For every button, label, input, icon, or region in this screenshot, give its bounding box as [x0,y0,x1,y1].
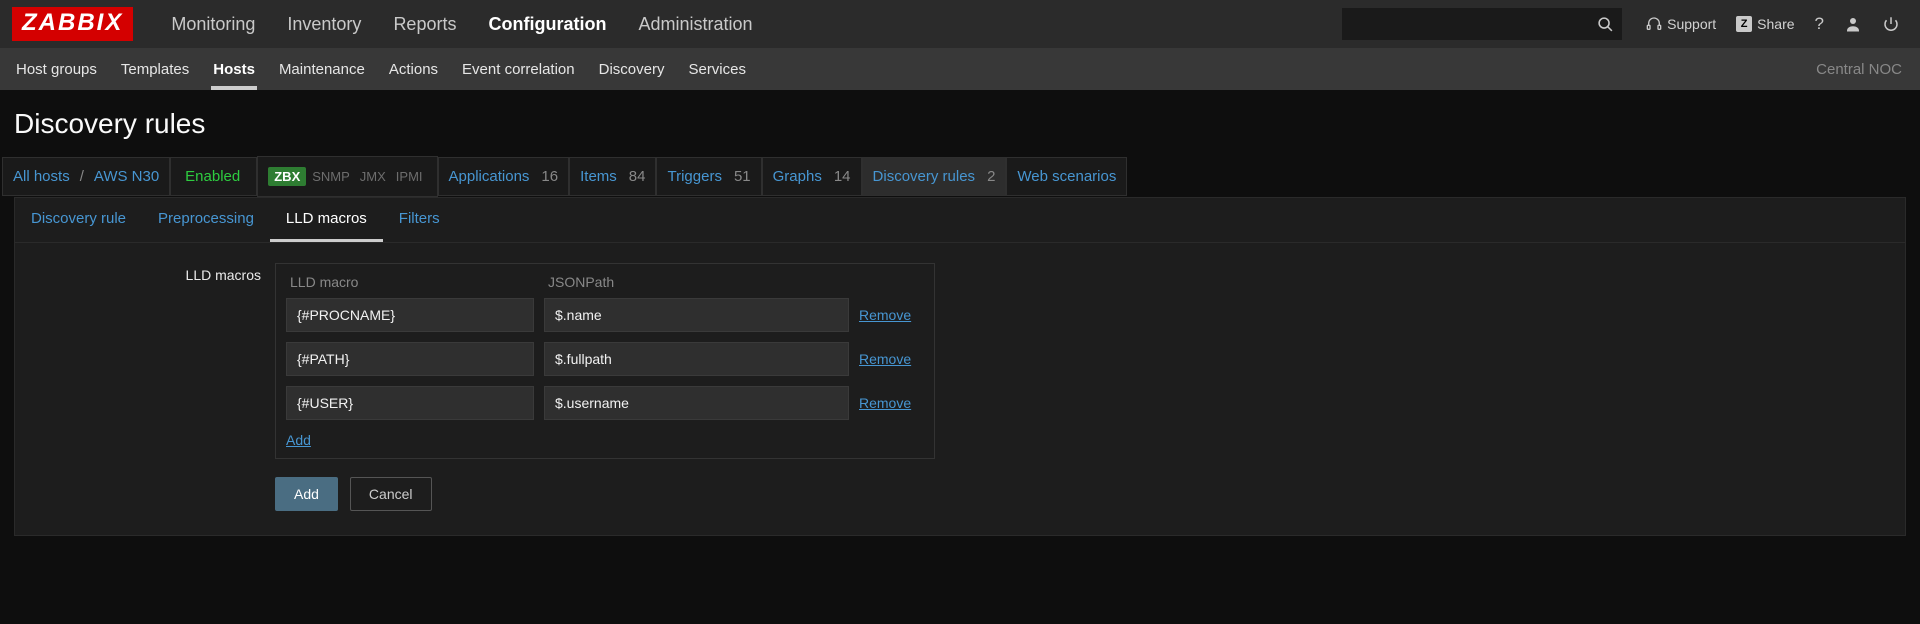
proto-ipmi: IPMI [392,167,427,186]
applications-count: 16 [541,168,558,185]
search-box [1342,8,1622,40]
crumb-graphs[interactable]: Graphs 14 [762,157,862,196]
entity-crumbs: All hosts / AWS N30 Enabled ZBX SNMP JMX… [0,156,1920,197]
subnav-discovery[interactable]: Discovery [587,48,677,90]
discovery-rules-link[interactable]: Discovery rules [873,168,976,185]
help-link[interactable]: ? [1805,0,1834,48]
tab-lld-macros[interactable]: LLD macros [270,198,383,242]
form-body: LLD macros LLD macro JSONPath Remove Rem… [15,243,1905,535]
power-icon [1882,15,1900,33]
items-count: 84 [629,168,646,185]
tab-preprocessing[interactable]: Preprocessing [142,198,270,242]
help-icon: ? [1815,14,1824,34]
all-hosts-link[interactable]: All hosts [13,168,70,185]
macro-row: Remove [286,298,924,332]
section-label: LLD macros [25,263,275,511]
form-wrapper: Discovery rule Preprocessing LLD macros … [14,197,1906,536]
json-input-2[interactable] [544,386,849,420]
slash: / [80,168,84,185]
headset-icon [1646,16,1662,32]
form-tabs: Discovery rule Preprocessing LLD macros … [15,198,1905,243]
crumb-protocols: ZBX SNMP JMX IPMI [257,156,437,197]
items-link[interactable]: Items [580,168,617,185]
graphs-count: 14 [834,168,851,185]
remove-link-0[interactable]: Remove [859,307,911,323]
power-link[interactable] [1872,0,1910,48]
nav-inventory[interactable]: Inventory [271,0,377,48]
proto-snmp: SNMP [308,167,354,186]
macro-input-2[interactable] [286,386,534,420]
subnav-right-label: Central NOC [1802,61,1916,78]
logo[interactable]: ZABBIX [12,7,133,41]
support-link[interactable]: Support [1636,0,1726,48]
sub-nav: Host groups Templates Hosts Maintenance … [0,48,1920,90]
col-header-json: JSONPath [548,274,858,290]
crumb-triggers[interactable]: Triggers 51 [656,157,761,196]
macro-row: Remove [286,386,924,420]
nav-configuration[interactable]: Configuration [472,0,622,48]
crumb-status: Enabled [170,157,257,196]
macro-input-0[interactable] [286,298,534,332]
crumb-host: All hosts / AWS N30 [2,157,170,196]
tab-discovery-rule[interactable]: Discovery rule [15,198,142,242]
discovery-rules-count: 2 [987,168,995,185]
triggers-count: 51 [734,168,751,185]
crumb-web-scenarios[interactable]: Web scenarios [1006,157,1127,196]
proto-zbx: ZBX [268,167,306,186]
web-scenarios-link[interactable]: Web scenarios [1017,168,1116,185]
macro-row: Remove [286,342,924,376]
macro-table-header: LLD macro JSONPath [286,274,924,290]
subnav-services[interactable]: Services [676,48,758,90]
macro-input-1[interactable] [286,342,534,376]
json-input-1[interactable] [544,342,849,376]
subnav-event-correlation[interactable]: Event correlation [450,48,587,90]
proto-jmx: JMX [356,167,390,186]
applications-link[interactable]: Applications [449,168,530,185]
form-buttons: Add Cancel [275,477,935,511]
enabled-label: Enabled [185,168,240,185]
host-link[interactable]: AWS N30 [94,168,159,185]
user-icon [1844,15,1862,33]
crumb-discovery-rules[interactable]: Discovery rules 2 [862,157,1007,196]
tab-filters[interactable]: Filters [383,198,456,242]
nav-reports[interactable]: Reports [377,0,472,48]
subnav-host-groups[interactable]: Host groups [4,48,109,90]
add-macro-link[interactable]: Add [286,432,311,448]
page-title: Discovery rules [0,90,1920,156]
macro-table: LLD macro JSONPath Remove Remove Remove [275,263,935,459]
col-header-macro: LLD macro [290,274,548,290]
z-badge-icon: Z [1736,16,1752,32]
support-label: Support [1667,16,1716,32]
subnav-maintenance[interactable]: Maintenance [267,48,377,90]
subnav-hosts[interactable]: Hosts [201,48,267,90]
search-icon[interactable] [1597,16,1614,33]
graphs-link[interactable]: Graphs [773,168,822,185]
triggers-link[interactable]: Triggers [667,168,721,185]
share-label: Share [1757,16,1794,32]
cancel-button[interactable]: Cancel [350,477,432,511]
add-button[interactable]: Add [275,477,338,511]
search-input[interactable] [1350,16,1597,32]
nav-monitoring[interactable]: Monitoring [155,0,271,48]
crumb-items[interactable]: Items 84 [569,157,656,196]
subnav-actions[interactable]: Actions [377,48,450,90]
crumb-applications[interactable]: Applications 16 [438,157,570,196]
user-link[interactable] [1834,0,1872,48]
json-input-0[interactable] [544,298,849,332]
top-nav: ZABBIX Monitoring Inventory Reports Conf… [0,0,1920,48]
remove-link-1[interactable]: Remove [859,351,911,367]
nav-administration[interactable]: Administration [622,0,768,48]
remove-link-2[interactable]: Remove [859,395,911,411]
subnav-templates[interactable]: Templates [109,48,201,90]
share-link[interactable]: Z Share [1726,0,1804,48]
